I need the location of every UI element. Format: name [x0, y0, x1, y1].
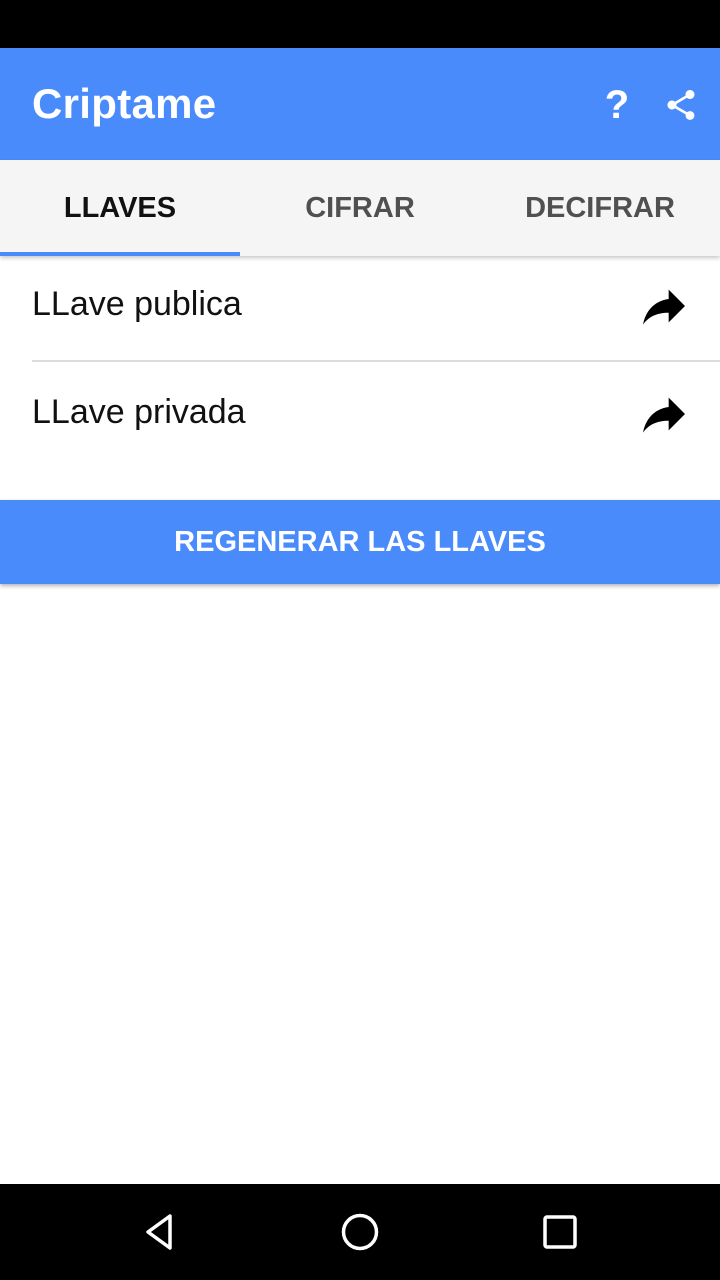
share-button[interactable]	[656, 80, 706, 130]
private-key-row[interactable]: LLave privada	[0, 364, 720, 468]
tab-cifrar[interactable]: CIFRAR	[240, 160, 480, 256]
status-bar	[0, 0, 720, 48]
share-arrow-icon[interactable]	[636, 386, 692, 442]
public-key-label: LLave publica	[32, 285, 242, 323]
share-icon	[667, 90, 695, 120]
divider	[32, 360, 720, 362]
back-icon[interactable]	[136, 1208, 184, 1256]
tab-bar: LLAVES CIFRAR DECIFRAR	[0, 160, 720, 256]
home-icon[interactable]	[336, 1208, 384, 1256]
public-key-row[interactable]: LLave publica	[0, 256, 720, 360]
tab-llaves[interactable]: LLAVES	[0, 160, 240, 256]
app-bar: Criptame ?	[0, 48, 720, 160]
private-key-label: LLave privada	[32, 393, 246, 431]
app-title: Criptame	[32, 80, 217, 127]
recents-icon[interactable]	[536, 1208, 584, 1256]
navigation-bar	[0, 1184, 720, 1280]
tab-decifrar[interactable]: DECIFRAR	[480, 160, 720, 256]
help-button[interactable]: ?	[592, 80, 642, 130]
regenerate-keys-button[interactable]: REGENERAR LAS LLAVES	[0, 500, 720, 584]
share-arrow-icon[interactable]	[636, 278, 692, 334]
